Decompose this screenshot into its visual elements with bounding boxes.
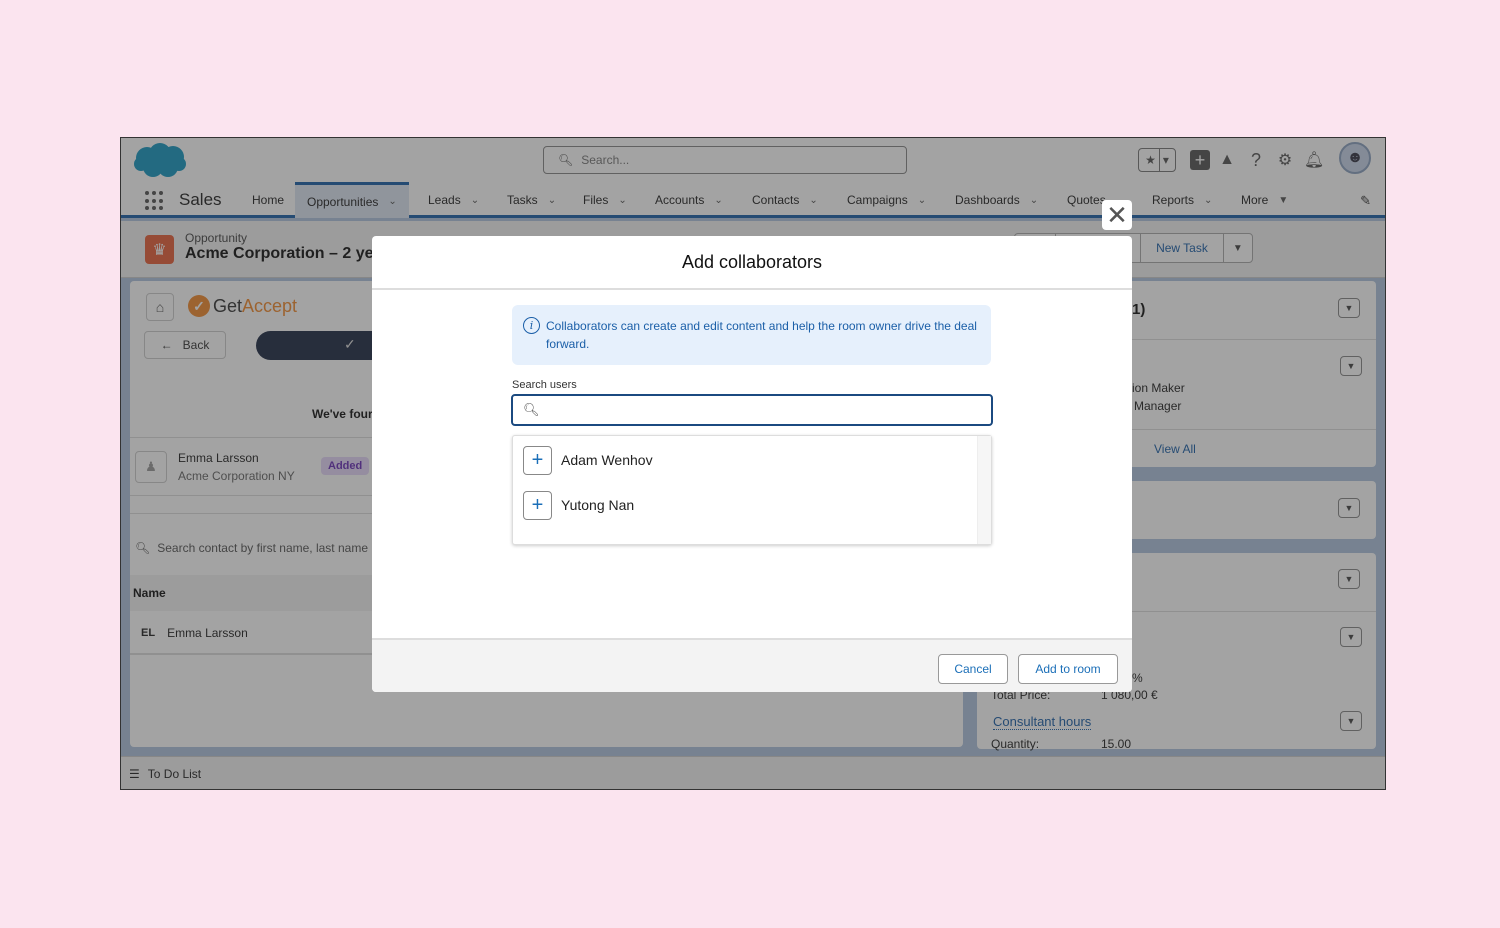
- user-name: Yutong Nan: [561, 497, 635, 513]
- list-item[interactable]: + Yutong Nan: [523, 490, 634, 520]
- scrollbar[interactable]: [977, 436, 991, 544]
- close-modal-icon[interactable]: ✕: [1102, 200, 1132, 230]
- list-item[interactable]: + Adam Wenhov: [523, 445, 653, 475]
- info-banner: i Collaborators can create and edit cont…: [512, 305, 991, 365]
- user-results-list: + Adam Wenhov + Yutong Nan: [512, 435, 992, 545]
- plus-icon[interactable]: +: [523, 490, 552, 520]
- modal-title: Add collaborators: [372, 236, 1132, 290]
- search-users-label: Search users: [512, 379, 577, 391]
- plus-icon[interactable]: +: [523, 445, 552, 475]
- search-icon: 🔍︎: [523, 402, 540, 417]
- info-icon: i: [523, 317, 540, 334]
- add-to-room-button[interactable]: Add to room: [1018, 654, 1118, 684]
- search-users-field[interactable]: 🔍︎: [511, 394, 993, 426]
- add-collaborators-modal: Add collaborators i Collaborators can cr…: [372, 236, 1132, 692]
- user-name: Adam Wenhov: [561, 452, 653, 468]
- search-users-input[interactable]: [543, 396, 983, 424]
- cancel-button[interactable]: Cancel: [938, 654, 1008, 684]
- modal-footer: Cancel Add to room: [372, 638, 1132, 692]
